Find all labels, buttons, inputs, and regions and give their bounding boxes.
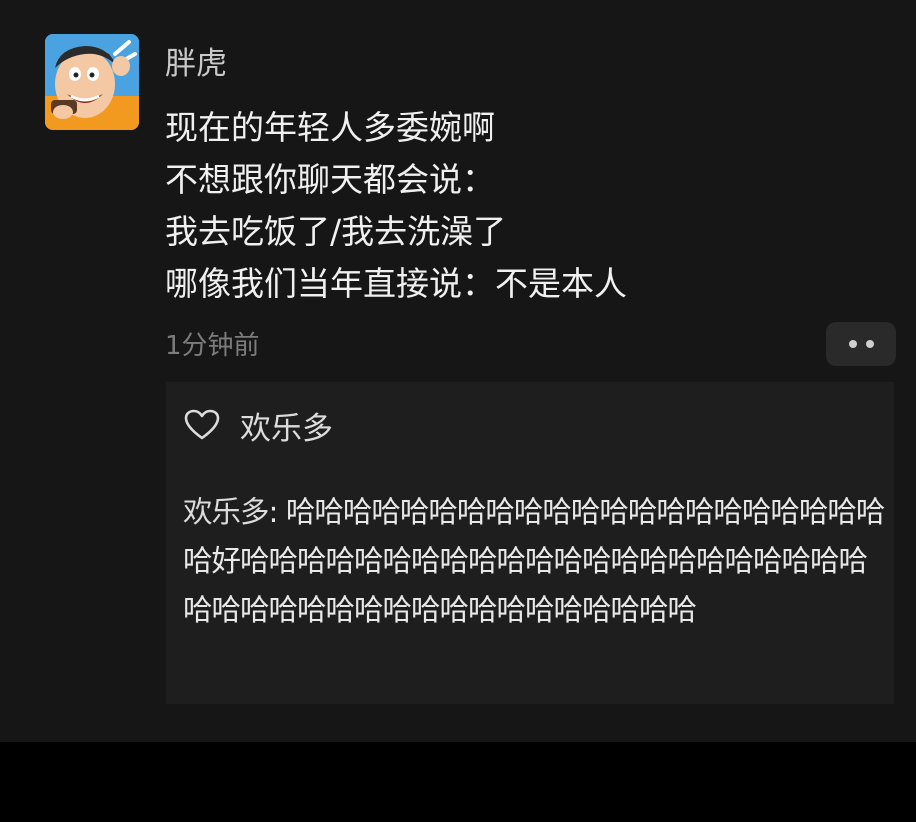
post-line: 哪像我们当年直接说：不是本人 (165, 264, 627, 303)
likes-row: 欢乐多 (184, 402, 333, 448)
avatar-cartoon-icon (45, 34, 139, 130)
comment-text: 哈哈哈哈哈哈哈哈哈哈哈哈哈哈哈哈哈哈哈哈哈哈好哈哈哈哈哈哈哈哈哈哈哈哈哈哈哈哈哈… (183, 495, 885, 627)
user-avatar[interactable] (45, 34, 139, 130)
comment-item[interactable]: 欢乐多: 哈哈哈哈哈哈哈哈哈哈哈哈哈哈哈哈哈哈哈哈哈哈好哈哈哈哈哈哈哈哈哈哈哈哈… (183, 488, 893, 635)
more-actions-button[interactable] (826, 322, 896, 366)
comment-separator: : (268, 495, 286, 529)
post-content: 现在的年轻人多委婉啊 不想跟你聊天都会说： 我去吃饭了/我去洗澡了 哪像我们当年… (165, 102, 885, 310)
post-line: 不想跟你聊天都会说： (165, 160, 495, 199)
more-dots-icon (865, 340, 874, 348)
moment-post: 胖虎 现在的年轻人多委婉啊 不想跟你聊天都会说： 我去吃饭了/我去洗澡了 哪像我… (0, 0, 916, 742)
post-username[interactable]: 胖虎 (165, 44, 227, 84)
post-timestamp: 1分钟前 (165, 331, 260, 361)
comment-author[interactable]: 欢乐多 (183, 495, 270, 529)
likes-comments-panel: 欢乐多 欢乐多: 哈哈哈哈哈哈哈哈哈哈哈哈哈哈哈哈哈哈哈哈哈哈好哈哈哈哈哈哈哈哈… (166, 382, 894, 704)
liker-name[interactable]: 欢乐多 (240, 403, 333, 448)
more-dots-icon (848, 340, 857, 348)
post-line: 现在的年轻人多委婉啊 (165, 108, 495, 147)
heart-outline-icon (184, 409, 220, 440)
post-line: 我去吃饭了/我去洗澡了 (165, 212, 507, 251)
bottom-bar (0, 742, 916, 822)
